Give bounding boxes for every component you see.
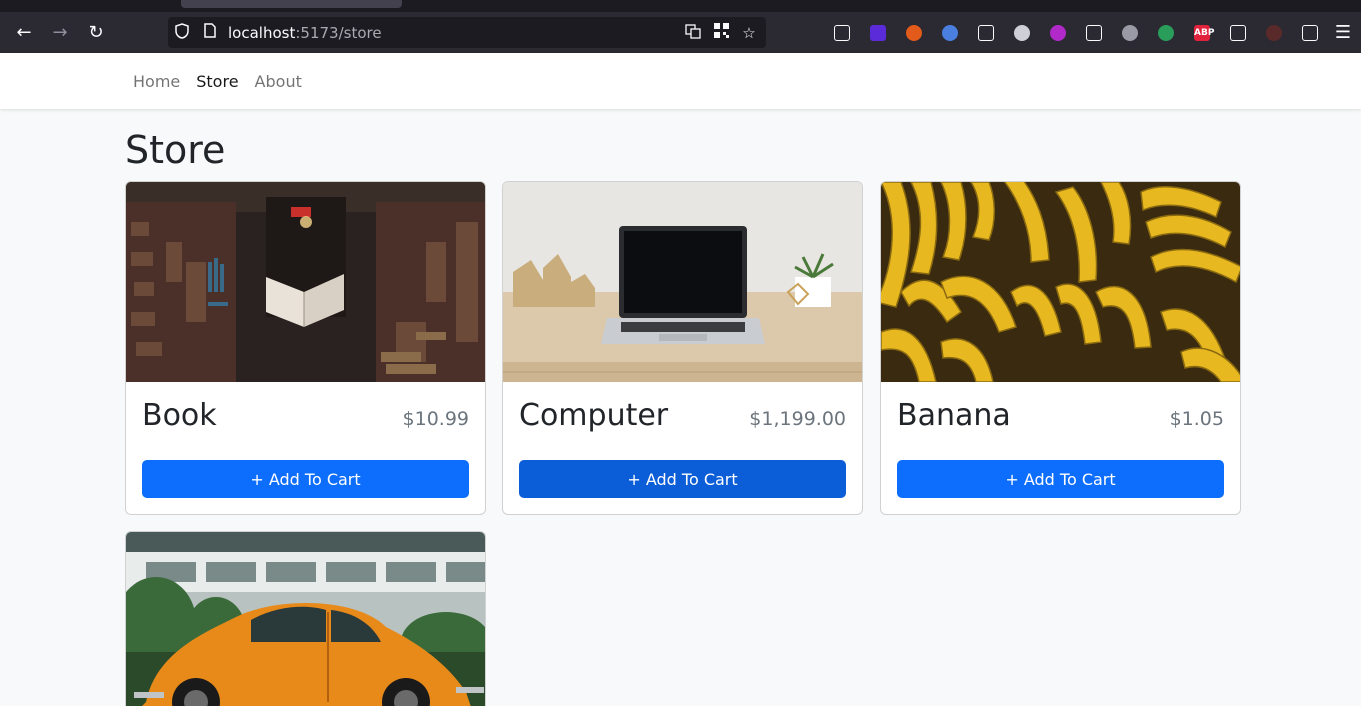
reload-icon[interactable]: ↻ — [78, 12, 114, 53]
grid-icon[interactable] — [1076, 12, 1112, 53]
extensions-toolbar: ABP — [824, 12, 1328, 53]
forward-arrow-icon[interactable]: → — [42, 12, 78, 53]
extensions-puzzle-icon[interactable] — [1292, 12, 1328, 53]
pocket-icon[interactable] — [824, 12, 860, 53]
nav-link-home[interactable]: Home — [125, 72, 188, 91]
extension-purple-icon[interactable] — [860, 12, 896, 53]
qr-code-icon[interactable] — [710, 23, 732, 42]
extension-fox-icon[interactable] — [896, 12, 932, 53]
nav-link-about[interactable]: About — [247, 72, 310, 91]
trash-icon[interactable] — [968, 12, 1004, 53]
address-bar[interactable]: localhost:5173/store ☆ — [168, 17, 766, 48]
browser-toolbar: ← → ↻ localhost:5173/store ☆ ABP ☰ — [0, 12, 1361, 53]
cookie-icon[interactable] — [1220, 12, 1256, 53]
product-name: Book — [142, 398, 217, 433]
active-tab[interactable] — [181, 0, 402, 8]
add-to-cart-button[interactable]: + Add To Cart — [519, 460, 846, 498]
adblock-plus-icon[interactable]: ABP — [1184, 12, 1220, 53]
shield-icon[interactable] — [168, 22, 196, 43]
translate-page-icon[interactable] — [682, 23, 704, 43]
product-card-banana: Banana $1.05 + Add To Cart — [880, 181, 1241, 515]
product-card-car — [125, 531, 486, 706]
page-title: Store — [125, 128, 226, 172]
product-price: $10.99 — [402, 408, 469, 430]
site-navbar: Home Store About — [0, 53, 1361, 109]
extension-pink-icon[interactable] — [1040, 12, 1076, 53]
product-name: Computer — [519, 398, 669, 433]
product-card-book: Book $10.99 + Add To Cart — [125, 181, 486, 515]
extension-dark-icon[interactable] — [1256, 12, 1292, 53]
product-price: $1,199.00 — [749, 408, 846, 430]
browser-tabstrip — [0, 0, 1361, 12]
back-arrow-icon[interactable]: ← — [6, 12, 42, 53]
book-photo — [126, 182, 485, 382]
add-to-cart-button[interactable]: + Add To Cart — [142, 460, 469, 498]
nav-link-store[interactable]: Store — [188, 72, 246, 91]
bookmark-star-icon[interactable]: ☆ — [738, 24, 760, 42]
url-text[interactable]: localhost:5173/store — [228, 24, 382, 42]
car-photo — [126, 532, 485, 706]
page-icon[interactable] — [196, 23, 224, 42]
extension-square-icon[interactable] — [1004, 12, 1040, 53]
extension-green-icon[interactable] — [1148, 12, 1184, 53]
product-price: $1.05 — [1169, 408, 1224, 430]
nav-links: Home Store About — [125, 53, 310, 109]
extension-gray-icon[interactable] — [1112, 12, 1148, 53]
add-to-cart-button[interactable]: + Add To Cart — [897, 460, 1224, 498]
product-name: Banana — [897, 398, 1011, 433]
hamburger-menu-icon[interactable]: ☰ — [1325, 12, 1361, 53]
translate-icon[interactable] — [932, 12, 968, 53]
banana-photo — [881, 182, 1240, 382]
product-card-computer: Computer $1,199.00 + Add To Cart — [502, 181, 863, 515]
computer-photo — [503, 182, 862, 382]
